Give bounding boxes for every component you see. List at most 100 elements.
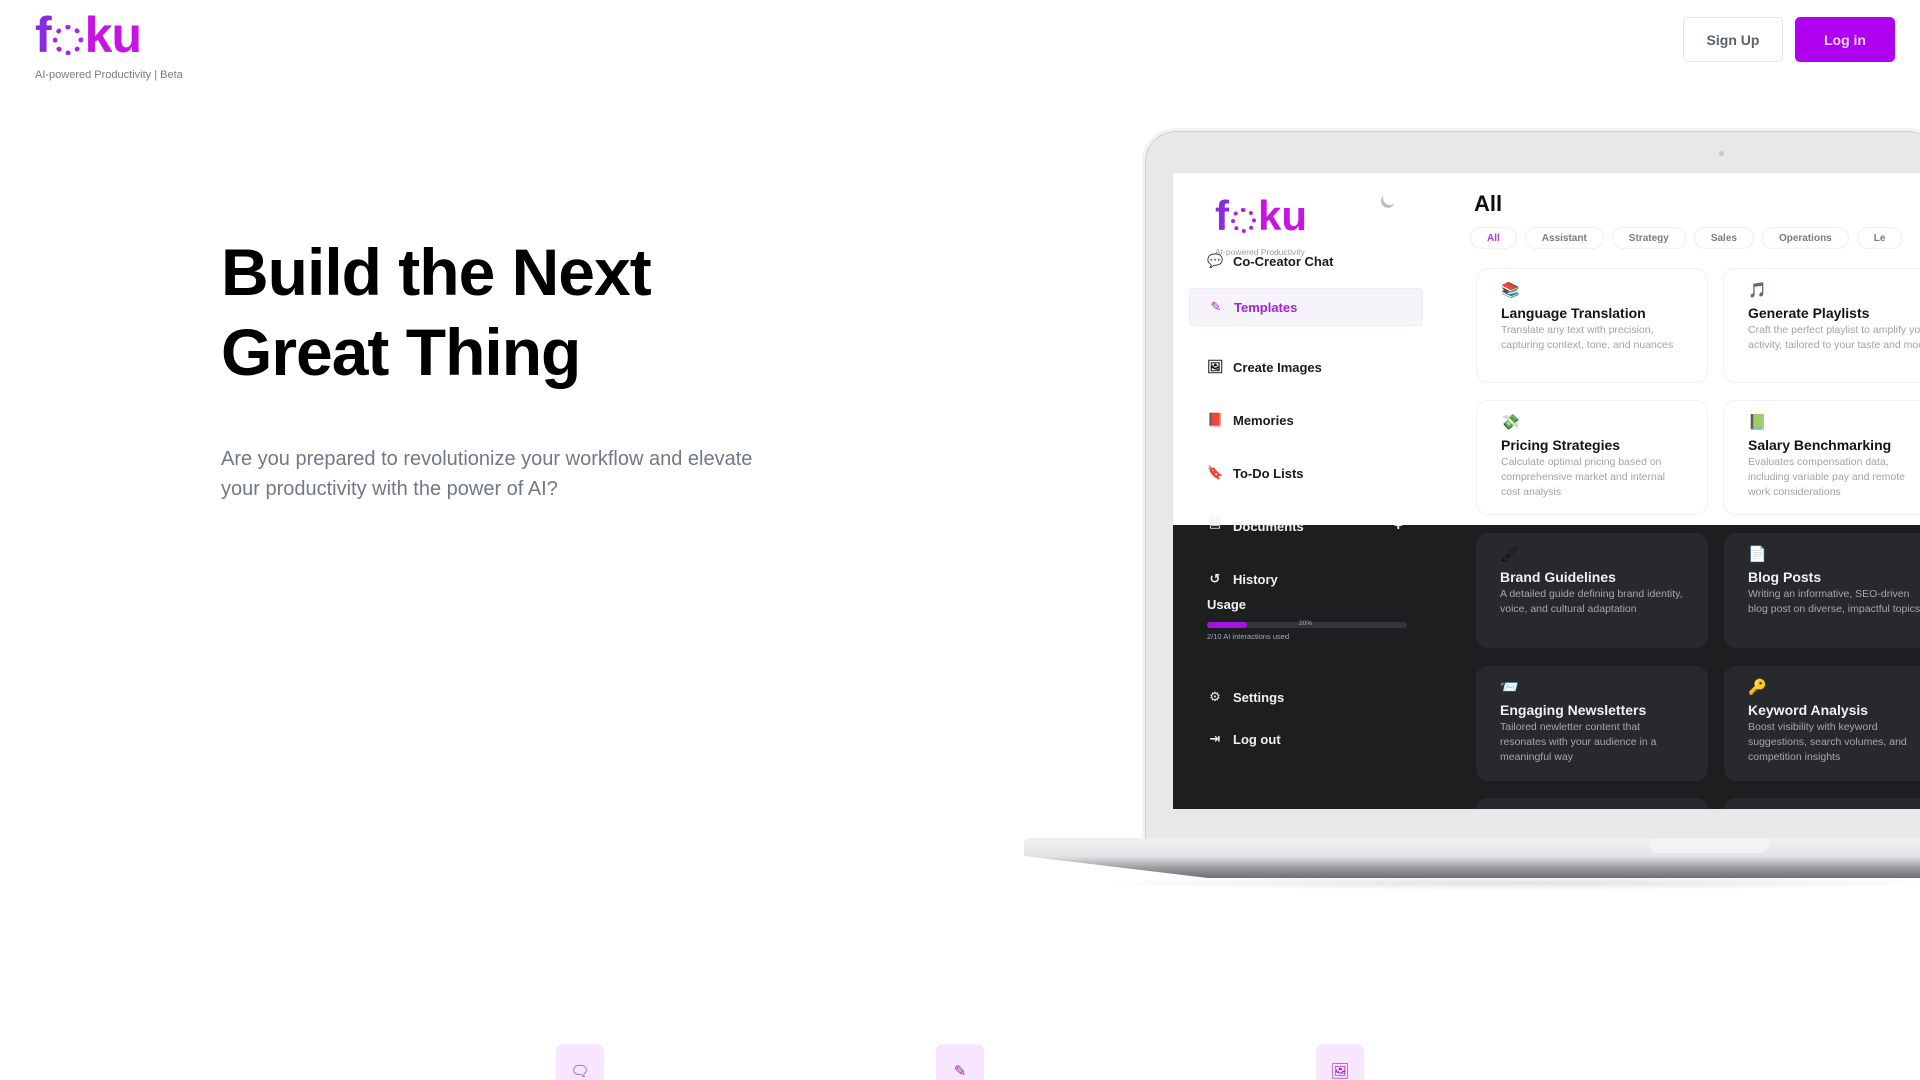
card-desc: Craft the perfect playlist to amplify yo…: [1748, 324, 1920, 351]
sidebar-item-label: Create Images: [1233, 359, 1322, 375]
sidebar-item-label: Templates: [1234, 299, 1298, 315]
chip-all[interactable]: All: [1470, 227, 1517, 249]
sidebar-item-label: Log out: [1233, 731, 1281, 747]
template-card[interactable]: 🎵 Generate Playlists Craft the perfect p…: [1723, 268, 1920, 383]
sidebar-item-to-do-lists[interactable]: 🔖 To-Do Lists: [1189, 454, 1423, 492]
sidebar-item-log-out[interactable]: ⇥ Log out: [1189, 720, 1423, 758]
hero-section: Build the Next Great Thing Are you prepa…: [221, 232, 781, 504]
hero-subtitle: Are you prepared to revolutionize your w…: [221, 448, 753, 500]
envelope-icon: 📨: [1500, 679, 1519, 696]
laptop-mockup: f ku AI-powered Productivity 💬 Co-Creator…: [1024, 128, 1920, 890]
sidebar-item-documents[interactable]: 🗎 Documents +: [1189, 507, 1423, 545]
template-card[interactable]: 📚 Language Translation Translate any tex…: [1476, 268, 1708, 383]
template-card[interactable]: 📗 Salary Benchmarking Evaluates compensa…: [1723, 400, 1920, 515]
comments-icon: 💬: [1207, 253, 1224, 268]
money-wings-icon: 💸: [1501, 414, 1520, 431]
usage-percent: 20%: [1299, 620, 1313, 627]
music-note-icon: 🎵: [1748, 282, 1767, 299]
feature-images-icon: 🖼: [1316, 1044, 1364, 1080]
comments-icon: 🗨: [570, 1063, 590, 1080]
add-document-button[interactable]: +: [1394, 517, 1403, 535]
sidebar-item-create-images[interactable]: 🖼 Create Images: [1189, 348, 1423, 386]
app-screenshot: f ku AI-powered Productivity 💬 Co-Creator…: [1173, 173, 1920, 809]
card-title: Language Translation: [1501, 305, 1646, 321]
laptop-notch: [1649, 839, 1769, 853]
card-desc: Tailored newletter content that resonate…: [1500, 721, 1657, 763]
usage-panel: Usage 20% 2/10 AI interactions used: [1207, 597, 1407, 641]
laptop-camera: [1719, 151, 1724, 156]
template-card[interactable]: 📨 Engaging Newsletters Tailored newlette…: [1476, 666, 1708, 781]
header-actions: Sign Up Log in: [1683, 17, 1895, 62]
usage-progress-fill: [1207, 622, 1247, 628]
hero-title: Build the Next Great Thing: [221, 232, 781, 392]
laptop-lid: f ku AI-powered Productivity 💬 Co-Creator…: [1142, 128, 1920, 846]
sidebar-item-co-creator-chat[interactable]: 💬 Co-Creator Chat: [1189, 242, 1423, 280]
sidebar-item-label: Co-Creator Chat: [1233, 253, 1334, 269]
feature-chat-icon: 🗨: [556, 1044, 604, 1080]
chip-operations[interactable]: Operations: [1761, 227, 1849, 249]
key-icon: 🔑: [1748, 679, 1767, 696]
foku-logo[interactable]: f ku: [35, 10, 183, 60]
sidebar-item-label: To-Do Lists: [1233, 465, 1304, 481]
sidebar-item-label: Memories: [1233, 412, 1294, 428]
sidebar-item-history[interactable]: ↺ History: [1189, 560, 1423, 598]
card-desc: Evaluates compensation data, including v…: [1748, 456, 1906, 498]
sidebar-item-settings[interactable]: ⚙ Settings: [1189, 678, 1423, 716]
app-logo: f ku: [1215, 195, 1307, 237]
card-title: Generate Playlists: [1748, 305, 1870, 321]
template-card[interactable]: 💸 Pricing Strategies Calculate optimal p…: [1476, 400, 1708, 515]
card-title: Keyword Analysis: [1748, 702, 1869, 718]
log-in-button[interactable]: Log in: [1795, 17, 1895, 62]
card-desc: Translate any text with precision, captu…: [1501, 324, 1674, 351]
feature-templates-icon: ✎: [936, 1044, 984, 1080]
app-logo-ku: ku: [1258, 192, 1308, 239]
cogs-icon: ⚙: [1209, 689, 1221, 704]
templates-title: All: [1474, 191, 1503, 216]
page-icon: 📄: [1748, 546, 1767, 563]
card-title: Engaging Newsletters: [1500, 702, 1647, 718]
chip-more[interactable]: Le: [1856, 227, 1903, 249]
sidebar-item-templates[interactable]: ✎ Templates: [1189, 288, 1423, 326]
book-icon: 📕: [1207, 412, 1224, 427]
usage-subtitle: 2/10 AI interactions used: [1207, 632, 1290, 641]
image-icon: 🖼: [1207, 359, 1224, 374]
template-card[interactable]: 🔑 Keyword Analysis Boost visibility with…: [1724, 666, 1920, 781]
card-title: Blog Posts: [1748, 569, 1822, 585]
card-desc: Writing an informative, SEO-driven blog …: [1748, 588, 1920, 615]
sidebar-item-memories[interactable]: 📕 Memories: [1189, 401, 1423, 439]
app-logo-dotted-o: [1231, 208, 1256, 233]
chip-assistant[interactable]: Assistant: [1524, 227, 1604, 249]
usage-title: Usage: [1207, 597, 1247, 612]
template-card[interactable]: 📄 Blog Posts Writing an informative, SEO…: [1724, 533, 1920, 648]
chip-strategy[interactable]: Strategy: [1611, 227, 1686, 249]
hero-title-line2: Great Thing: [221, 315, 581, 389]
card-title: Pricing Strategies: [1501, 437, 1621, 453]
template-card-partial: [1476, 798, 1708, 809]
bookmark-icon: 🔖: [1207, 465, 1224, 480]
logo-dotted-o: [52, 25, 83, 55]
history-icon: ↺: [1209, 571, 1221, 586]
edit-icon: ✎: [1210, 299, 1222, 314]
sidebar-item-label: Settings: [1233, 689, 1285, 705]
green-book-icon: 📗: [1748, 414, 1767, 431]
landing-page: f ku AI-powered Productivity | Beta Sign …: [0, 0, 1920, 1080]
card-title: Salary Benchmarking: [1748, 437, 1892, 453]
usage-progress-bar: 20%: [1207, 620, 1407, 628]
laptop-shadow: [1082, 876, 1920, 890]
logo-letters-ku: ku: [84, 7, 142, 63]
hero-title-line1: Build the Next: [221, 235, 652, 309]
brand[interactable]: f ku AI-powered Productivity | Beta: [35, 10, 183, 81]
chip-sales[interactable]: Sales: [1693, 227, 1754, 249]
logout-icon: ⇥: [1209, 731, 1221, 746]
card-desc: Calculate optimal pricing based on compr…: [1501, 456, 1666, 498]
paintbrush-icon: 🖌: [1500, 546, 1520, 563]
card-desc: Boost visibility with keyword suggestion…: [1748, 721, 1907, 763]
sign-up-button[interactable]: Sign Up: [1683, 17, 1783, 62]
template-card[interactable]: 🖌 Brand Guidelines A detailed guide defi…: [1476, 533, 1708, 648]
logo-letter-f: f: [35, 7, 52, 63]
image-icon: 🖼: [1330, 1063, 1350, 1080]
tagline: AI-powered Productivity | Beta: [35, 69, 183, 81]
sidebar-item-label: History: [1233, 571, 1278, 587]
edit-icon: ✎: [953, 1063, 967, 1080]
card-desc: A detailed guide defining brand identity…: [1500, 588, 1683, 615]
